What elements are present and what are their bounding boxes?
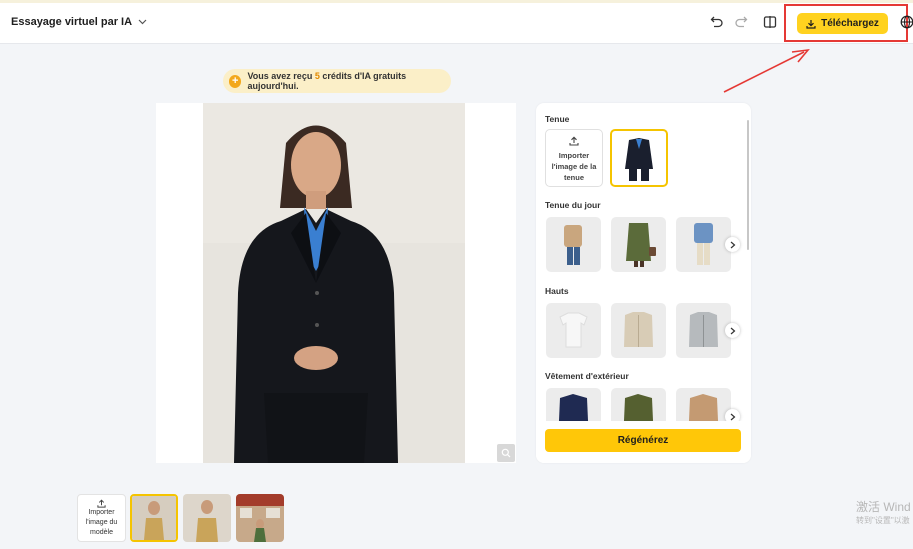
- plus-circle-icon: +: [229, 74, 242, 88]
- undo-icon[interactable]: [709, 14, 725, 30]
- app-title-dropdown[interactable]: Essayage virtuel par IA: [11, 16, 147, 28]
- tops-item[interactable]: [611, 303, 666, 358]
- model-strip: Importer l'image du modèle: [0, 486, 913, 549]
- outfit-of-day-item[interactable]: [676, 217, 731, 272]
- zoom-icon[interactable]: [497, 444, 515, 462]
- app-title: Essayage virtuel par IA: [11, 16, 133, 28]
- download-button[interactable]: Téléchargez: [797, 13, 888, 34]
- credit-message: Vous avez reçu 5 crédits d'IA gratuits a…: [247, 71, 407, 91]
- globe-icon[interactable]: [899, 14, 913, 30]
- upload-icon: [569, 136, 579, 146]
- result-preview-image: [156, 103, 516, 463]
- upload-icon: [97, 498, 106, 508]
- model-thumbnail[interactable]: [183, 494, 231, 542]
- upload-model-button[interactable]: Importer l'image du modèle: [77, 494, 126, 542]
- upload-outfit-button[interactable]: Importer l'image de la tenue: [545, 129, 603, 187]
- chevron-down-icon: [138, 19, 147, 25]
- model-thumbnail[interactable]: [236, 494, 284, 542]
- upload-model-label: Importer l'image du modèle: [85, 508, 118, 536]
- windows-activation-subtext: 转到"设置"以激: [856, 516, 910, 525]
- outfit-of-day-item[interactable]: [611, 217, 666, 272]
- outfit-of-day-item[interactable]: [546, 217, 601, 272]
- panel-scrollbar[interactable]: [747, 120, 749, 250]
- upload-outfit-label: Importer l'image de la tenue: [551, 150, 597, 182]
- chevron-right-icon[interactable]: [725, 323, 740, 338]
- panel-footer: Régénérez: [536, 421, 751, 463]
- section-title-tops: Hauts: [545, 286, 569, 296]
- outfit-panel: Tenue Importer l'image de la tenue Tenue…: [536, 103, 751, 463]
- compare-icon[interactable]: [762, 14, 778, 30]
- top-bar: Essayage virtuel par IA Téléchargez: [0, 0, 913, 44]
- regenerate-button[interactable]: Régénérez: [545, 429, 741, 452]
- download-icon: [806, 19, 816, 29]
- top-edge: [0, 0, 913, 3]
- section-title-outerwear: Vêtement d'extérieur: [545, 371, 629, 381]
- annotation-arrow: [723, 48, 810, 93]
- section-title-outfit: Tenue: [545, 114, 570, 124]
- tops-item[interactable]: [546, 303, 601, 358]
- section-title-outfit-of-day: Tenue du jour: [545, 200, 601, 210]
- chevron-right-icon[interactable]: [725, 237, 740, 252]
- selected-outfit-thumbnail[interactable]: [610, 129, 668, 187]
- credit-banner: + Vous avez reçu 5 crédits d'IA gratuits…: [223, 69, 451, 93]
- redo-icon[interactable]: [733, 14, 749, 30]
- windows-activation-watermark: 激活 Wind: [856, 500, 911, 514]
- download-label: Téléchargez: [821, 18, 879, 29]
- tops-item[interactable]: [676, 303, 731, 358]
- model-thumbnail-selected[interactable]: [130, 494, 178, 542]
- model-photo: [203, 103, 465, 463]
